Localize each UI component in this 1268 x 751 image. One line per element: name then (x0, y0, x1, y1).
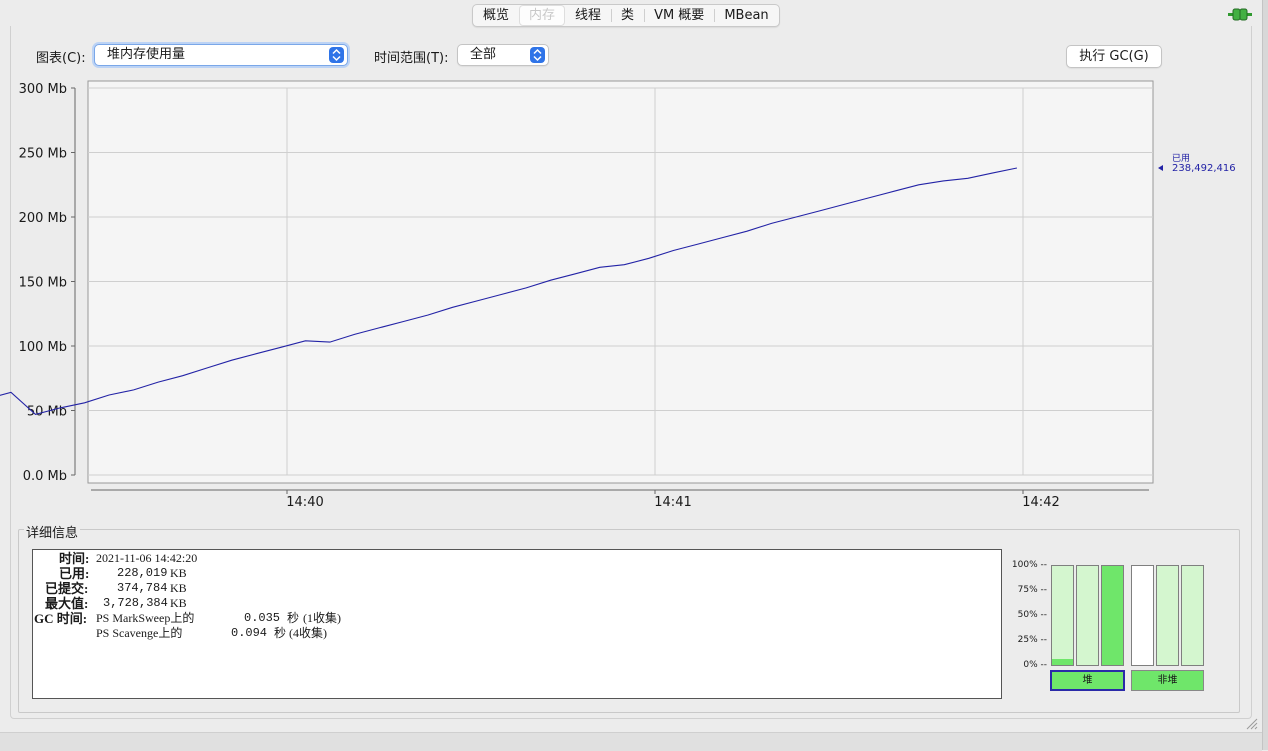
details-committed-row: 已提交: 374,784 KB (33, 581, 993, 596)
bar-fill (1102, 566, 1123, 665)
gc-scavenge-time: 0.094 (231, 626, 268, 640)
pct-label-75: 75% -- (1017, 585, 1047, 595)
gc-marksweep-count: (1收集) (303, 611, 341, 625)
nonheap-button[interactable]: 非堆 (1131, 670, 1204, 691)
y-tick-label: 0.0 Mb (23, 469, 67, 484)
gc-marksweep-unit: 秒 (287, 611, 300, 625)
committed-value: 374,784 (117, 581, 168, 595)
heap-pool-bar-3[interactable] (1101, 565, 1124, 666)
heap-pool-bar-2[interactable] (1076, 565, 1099, 666)
chevron-updown-icon (530, 47, 545, 63)
memory-chart: 0.0 Mb50 Mb100 Mb150 Mb200 Mb250 Mb300 M… (0, 80, 1236, 510)
tab-classes[interactable]: 类 (611, 5, 644, 26)
pct-label-0: 0% -- (1023, 660, 1047, 670)
connection-plug-icon (1228, 8, 1252, 21)
window-edge (1262, 0, 1268, 750)
pct-label-25: 25% -- (1017, 635, 1047, 645)
details-max-row: 最大值: 3,728,384 KB (33, 596, 993, 611)
heap-pool-bar-1[interactable] (1051, 565, 1074, 666)
memory-pool-bars: 100% -- 75% -- 50% -- 25% -- 0% -- 堆 非堆 (1003, 556, 1213, 696)
pct-label-50: 50% -- (1017, 610, 1047, 620)
gc-marksweep-name: PS MarkSweep上的 (96, 611, 195, 625)
tab-vm-summary[interactable]: VM 概要 (644, 5, 714, 26)
status-strip (0, 732, 1262, 751)
max-unit: KB (170, 596, 187, 610)
details-title: 详细信息 (24, 522, 81, 541)
details-used-row: 已用: 228,019 KB (33, 566, 993, 581)
y-tick-label: 150 Mb (19, 276, 67, 291)
time-range-value: 全部 (470, 47, 497, 62)
gc-row-marksweep: GC 时间: PS MarkSweep上的 0.035 秒 (1收集) (33, 611, 993, 626)
time-range-select[interactable]: 全部 (457, 44, 549, 66)
gc-row-scavenge: PS Scavenge上的 0.094 秒 (4收集) (33, 626, 993, 641)
tab-threads[interactable]: 线程 (565, 5, 611, 26)
nonheap-pool-bar-1[interactable] (1131, 565, 1154, 666)
legend-series-value: 238,492,416 (1172, 163, 1236, 174)
time-range-label: 时间范围(T): (374, 51, 449, 66)
y-tick-label: 250 Mb (19, 147, 67, 162)
x-tick-label: 14:40 (286, 495, 323, 510)
nonheap-pool-bar-3[interactable] (1181, 565, 1204, 666)
gc-time-label: GC 时间: (34, 611, 88, 626)
max-value: 3,728,384 (103, 596, 168, 610)
x-tick-label: 14:42 (1022, 495, 1059, 510)
legend-marker-icon (1158, 165, 1163, 171)
x-axis: 14:40 14:41 14:42 (91, 489, 1149, 510)
tab-bar: 概览 内存 线程 类 VM 概要 MBean (472, 4, 780, 27)
gc-scavenge-unit: 秒 (274, 626, 287, 640)
gc-marksweep-time: 0.035 (244, 611, 281, 625)
used-value: 228,019 (117, 566, 168, 580)
tab-overview[interactable]: 概览 (473, 5, 519, 26)
heap-button[interactable]: 堆 (1050, 670, 1125, 691)
perform-gc-button[interactable]: 执行 GC(G) (1066, 45, 1162, 68)
tab-memory[interactable]: 内存 (519, 5, 566, 26)
y-tick-label: 300 Mb (19, 82, 67, 97)
chart-select[interactable]: 堆内存使用量 (94, 44, 348, 66)
chart-select-value: 堆内存使用量 (107, 47, 186, 62)
bar-fill (1052, 659, 1073, 665)
gc-scavenge-count: (4收集) (289, 626, 327, 640)
chevron-updown-icon (329, 47, 344, 63)
pct-label-100: 100% -- (1011, 560, 1047, 570)
time-value: 2021-11-06 14:42:20 (96, 551, 198, 565)
max-label: 最大值: (45, 596, 89, 611)
resize-grip-icon[interactable] (1244, 716, 1258, 730)
x-tick-label: 14:41 (654, 495, 691, 510)
gc-scavenge-name: PS Scavenge上的 (96, 626, 183, 640)
chart-select-label: 图表(C): (36, 51, 86, 66)
tab-mbean[interactable]: MBean (714, 5, 778, 26)
committed-label: 已提交: (45, 581, 89, 596)
y-axis: 0.0 Mb50 Mb100 Mb150 Mb200 Mb250 Mb300 M… (19, 82, 76, 484)
y-tick-label: 100 Mb (19, 340, 67, 355)
chart-legend: 已用 238,492,416 (1158, 153, 1236, 174)
y-tick-label: 200 Mb (19, 211, 67, 226)
nonheap-pool-bar-2[interactable] (1156, 565, 1179, 666)
used-unit: KB (170, 566, 187, 580)
used-label: 已用: (59, 566, 90, 581)
committed-unit: KB (170, 581, 187, 595)
details-panel: 时间: 2021-11-06 14:42:20 已用: 228,019 KB 已… (32, 549, 1002, 699)
time-label: 时间: (59, 551, 90, 566)
details-time-row: 时间: 2021-11-06 14:42:20 (33, 551, 993, 566)
